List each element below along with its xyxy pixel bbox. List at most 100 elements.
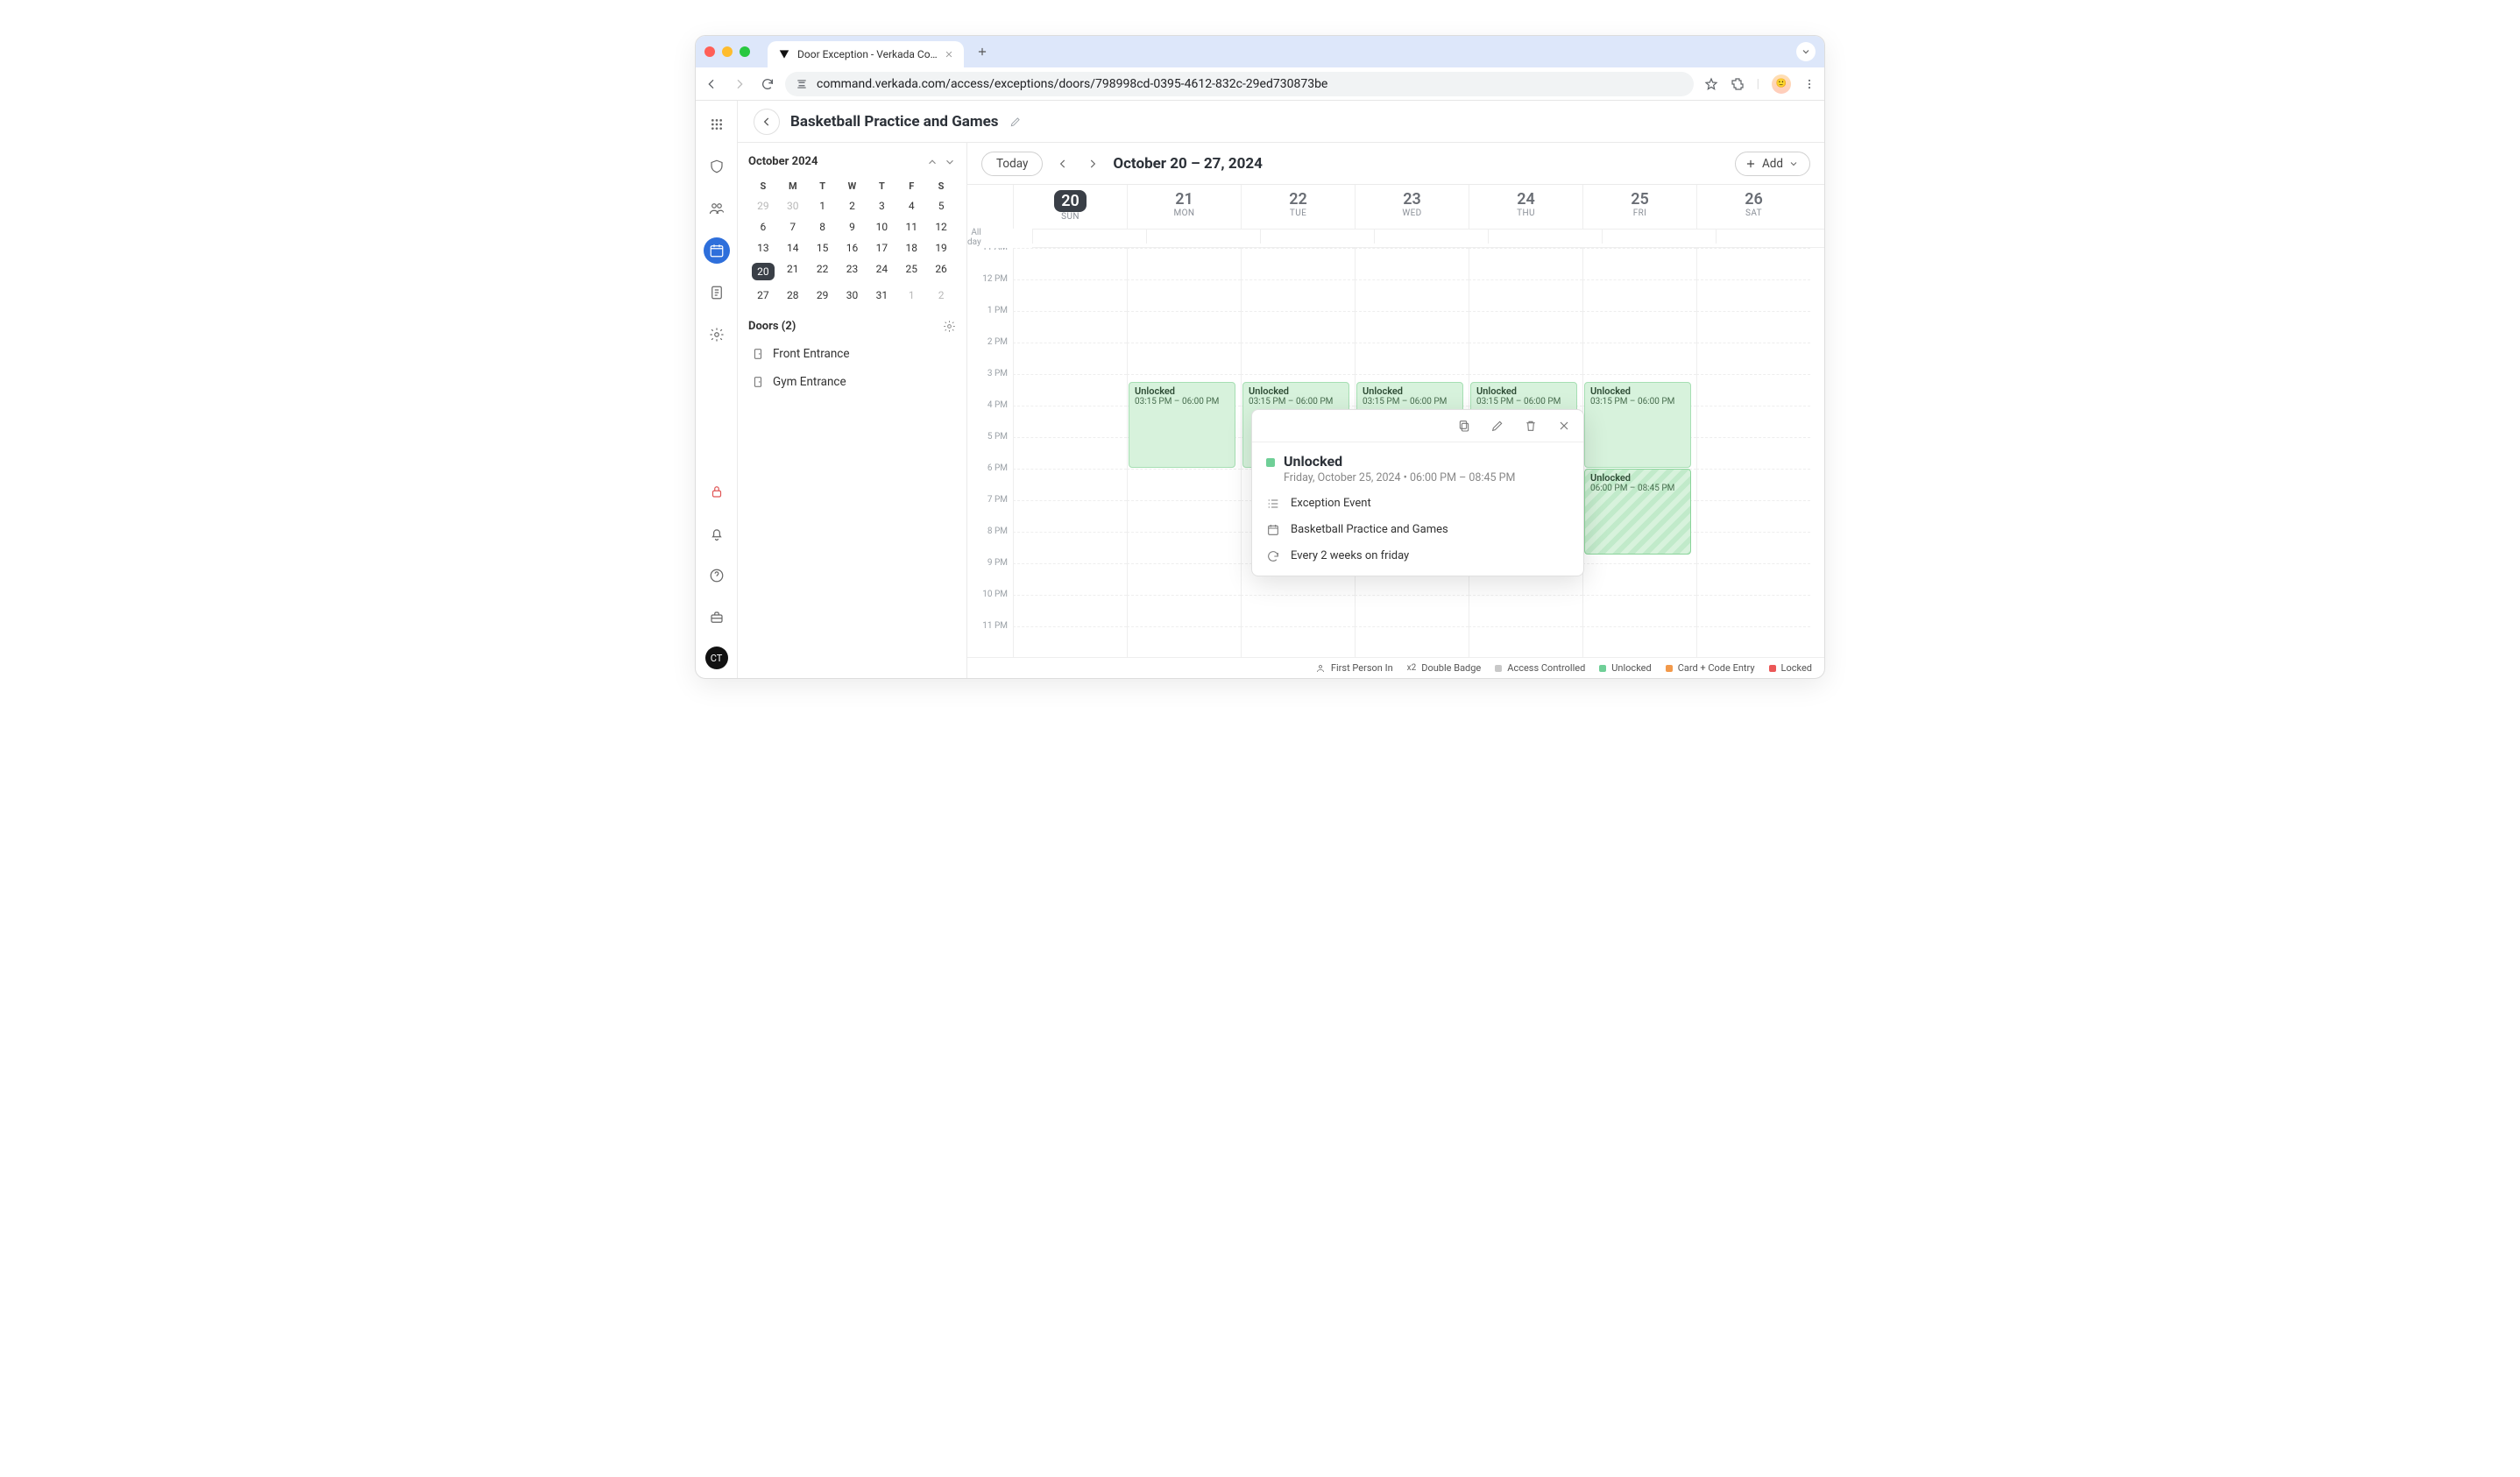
hour-cell[interactable] — [1582, 343, 1696, 374]
mini-cal-day[interactable]: 13 — [748, 237, 778, 258]
mini-cal-day[interactable]: 30 — [778, 195, 808, 216]
calendar-scroll-area[interactable]: 11 AM12 PM1 PM2 PM3 PM4 PM5 PM6 PM7 PM8 … — [967, 248, 1824, 657]
mini-cal-day[interactable]: 6 — [748, 216, 778, 237]
mini-cal-day[interactable]: 17 — [867, 237, 896, 258]
rail-people-button[interactable] — [704, 195, 730, 222]
bookmark-button[interactable] — [1704, 77, 1718, 91]
hour-cell[interactable] — [1241, 311, 1355, 343]
browser-menu-button[interactable] — [1803, 78, 1816, 90]
door-list-item[interactable]: Front Entrance — [748, 340, 956, 368]
hour-cell[interactable] — [1696, 343, 1810, 374]
hour-cell[interactable] — [1241, 343, 1355, 374]
hour-cell[interactable] — [1013, 563, 1127, 595]
hour-cell[interactable] — [1127, 248, 1241, 279]
window-minimize-button[interactable] — [722, 46, 733, 57]
hour-cell[interactable] — [1696, 469, 1810, 500]
hour-cell[interactable] — [1696, 406, 1810, 437]
hour-cell[interactable] — [1127, 595, 1241, 626]
day-header[interactable]: 24THU — [1469, 185, 1582, 229]
hour-cell[interactable] — [1127, 311, 1241, 343]
mini-cal-day[interactable]: 1 — [808, 195, 838, 216]
hour-cell[interactable] — [1013, 279, 1127, 311]
hour-cell[interactable] — [1469, 279, 1582, 311]
popover-edit-button[interactable] — [1490, 419, 1504, 433]
hour-cell[interactable] — [1582, 595, 1696, 626]
mini-cal-day[interactable]: 22 — [808, 258, 838, 285]
hour-cell[interactable] — [1355, 248, 1469, 279]
hour-cell[interactable] — [1127, 563, 1241, 595]
mini-cal-day[interactable]: 21 — [778, 258, 808, 285]
hour-cell[interactable] — [1696, 374, 1810, 406]
hour-cell[interactable] — [1013, 437, 1127, 469]
hour-cell[interactable] — [1013, 595, 1127, 626]
hour-cell[interactable] — [1582, 563, 1696, 595]
mini-cal-day[interactable]: 16 — [838, 237, 867, 258]
popover-copy-button[interactable] — [1457, 419, 1471, 433]
range-next-button[interactable] — [1083, 158, 1102, 170]
rail-alerts-button[interactable] — [704, 520, 730, 547]
mini-cal-day[interactable]: 1 — [896, 285, 926, 306]
hour-cell[interactable] — [1696, 311, 1810, 343]
mini-cal-day[interactable]: 4 — [896, 195, 926, 216]
hour-cell[interactable] — [1696, 532, 1810, 563]
hour-cell[interactable] — [1241, 626, 1355, 657]
hour-cell[interactable] — [1696, 279, 1810, 311]
mini-cal-day[interactable]: 19 — [926, 237, 956, 258]
hour-cell[interactable] — [1241, 595, 1355, 626]
user-avatar-button[interactable]: CT — [705, 647, 728, 669]
hour-cell[interactable] — [1241, 279, 1355, 311]
hour-cell[interactable] — [1013, 469, 1127, 500]
allday-cell[interactable] — [1146, 230, 1260, 244]
mini-cal-day[interactable]: 30 — [838, 285, 867, 306]
rail-settings-button[interactable] — [704, 322, 730, 348]
hour-cell[interactable] — [1696, 595, 1810, 626]
hour-cell[interactable] — [1127, 532, 1241, 563]
mini-cal-day[interactable]: 14 — [778, 237, 808, 258]
hour-cell[interactable] — [1013, 248, 1127, 279]
mini-cal-day[interactable]: 9 — [838, 216, 867, 237]
calendar-event[interactable]: Unlocked06:00 PM – 08:45 PM — [1584, 469, 1691, 555]
day-header[interactable]: 23WED — [1355, 185, 1469, 229]
popover-close-button[interactable] — [1557, 419, 1571, 433]
hour-cell[interactable] — [1582, 248, 1696, 279]
hour-cell[interactable] — [1582, 279, 1696, 311]
mini-cal-day[interactable]: 10 — [867, 216, 896, 237]
mini-cal-prev-button[interactable] — [926, 156, 938, 168]
hour-cell[interactable] — [1013, 374, 1127, 406]
day-header[interactable]: 22TUE — [1241, 185, 1355, 229]
mini-cal-day[interactable]: 23 — [838, 258, 867, 285]
mini-cal-day[interactable]: 12 — [926, 216, 956, 237]
mini-cal-day[interactable]: 31 — [867, 285, 896, 306]
day-header[interactable]: 20SUN — [1013, 185, 1127, 229]
hour-cell[interactable] — [1127, 279, 1241, 311]
hour-cell[interactable] — [1355, 626, 1469, 657]
tab-close-icon[interactable] — [945, 50, 953, 59]
edit-title-button[interactable] — [1009, 116, 1022, 128]
allday-cell[interactable] — [1374, 230, 1488, 244]
allday-cell[interactable] — [1032, 230, 1146, 244]
rail-lockdown-button[interactable] — [704, 478, 730, 505]
hour-cell[interactable] — [1469, 343, 1582, 374]
profile-avatar[interactable]: 🙂 — [1772, 74, 1791, 94]
allday-cell[interactable] — [1716, 230, 1825, 244]
mini-cal-day[interactable]: 11 — [896, 216, 926, 237]
hour-cell[interactable] — [1013, 343, 1127, 374]
allday-cell[interactable] — [1488, 230, 1602, 244]
mini-cal-day[interactable]: 3 — [867, 195, 896, 216]
tabs-menu-button[interactable] — [1796, 42, 1816, 61]
add-button[interactable]: Add — [1735, 152, 1810, 176]
hour-cell[interactable] — [1696, 437, 1810, 469]
mini-cal-day[interactable]: 8 — [808, 216, 838, 237]
calendar-event[interactable]: Unlocked03:15 PM – 06:00 PM — [1584, 382, 1691, 468]
hour-cell[interactable] — [1355, 279, 1469, 311]
rail-schedules-button[interactable] — [704, 237, 730, 264]
allday-cell[interactable] — [1260, 230, 1374, 244]
day-header[interactable]: 25FRI — [1582, 185, 1696, 229]
browser-tab[interactable]: Door Exception - Verkada Co… — [768, 41, 964, 67]
app-switcher-button[interactable] — [704, 111, 730, 138]
hour-cell[interactable] — [1127, 500, 1241, 532]
mini-cal-day[interactable]: 24 — [867, 258, 896, 285]
hour-cell[interactable] — [1013, 311, 1127, 343]
allday-cell[interactable] — [1602, 230, 1716, 244]
extensions-button[interactable] — [1731, 77, 1745, 91]
